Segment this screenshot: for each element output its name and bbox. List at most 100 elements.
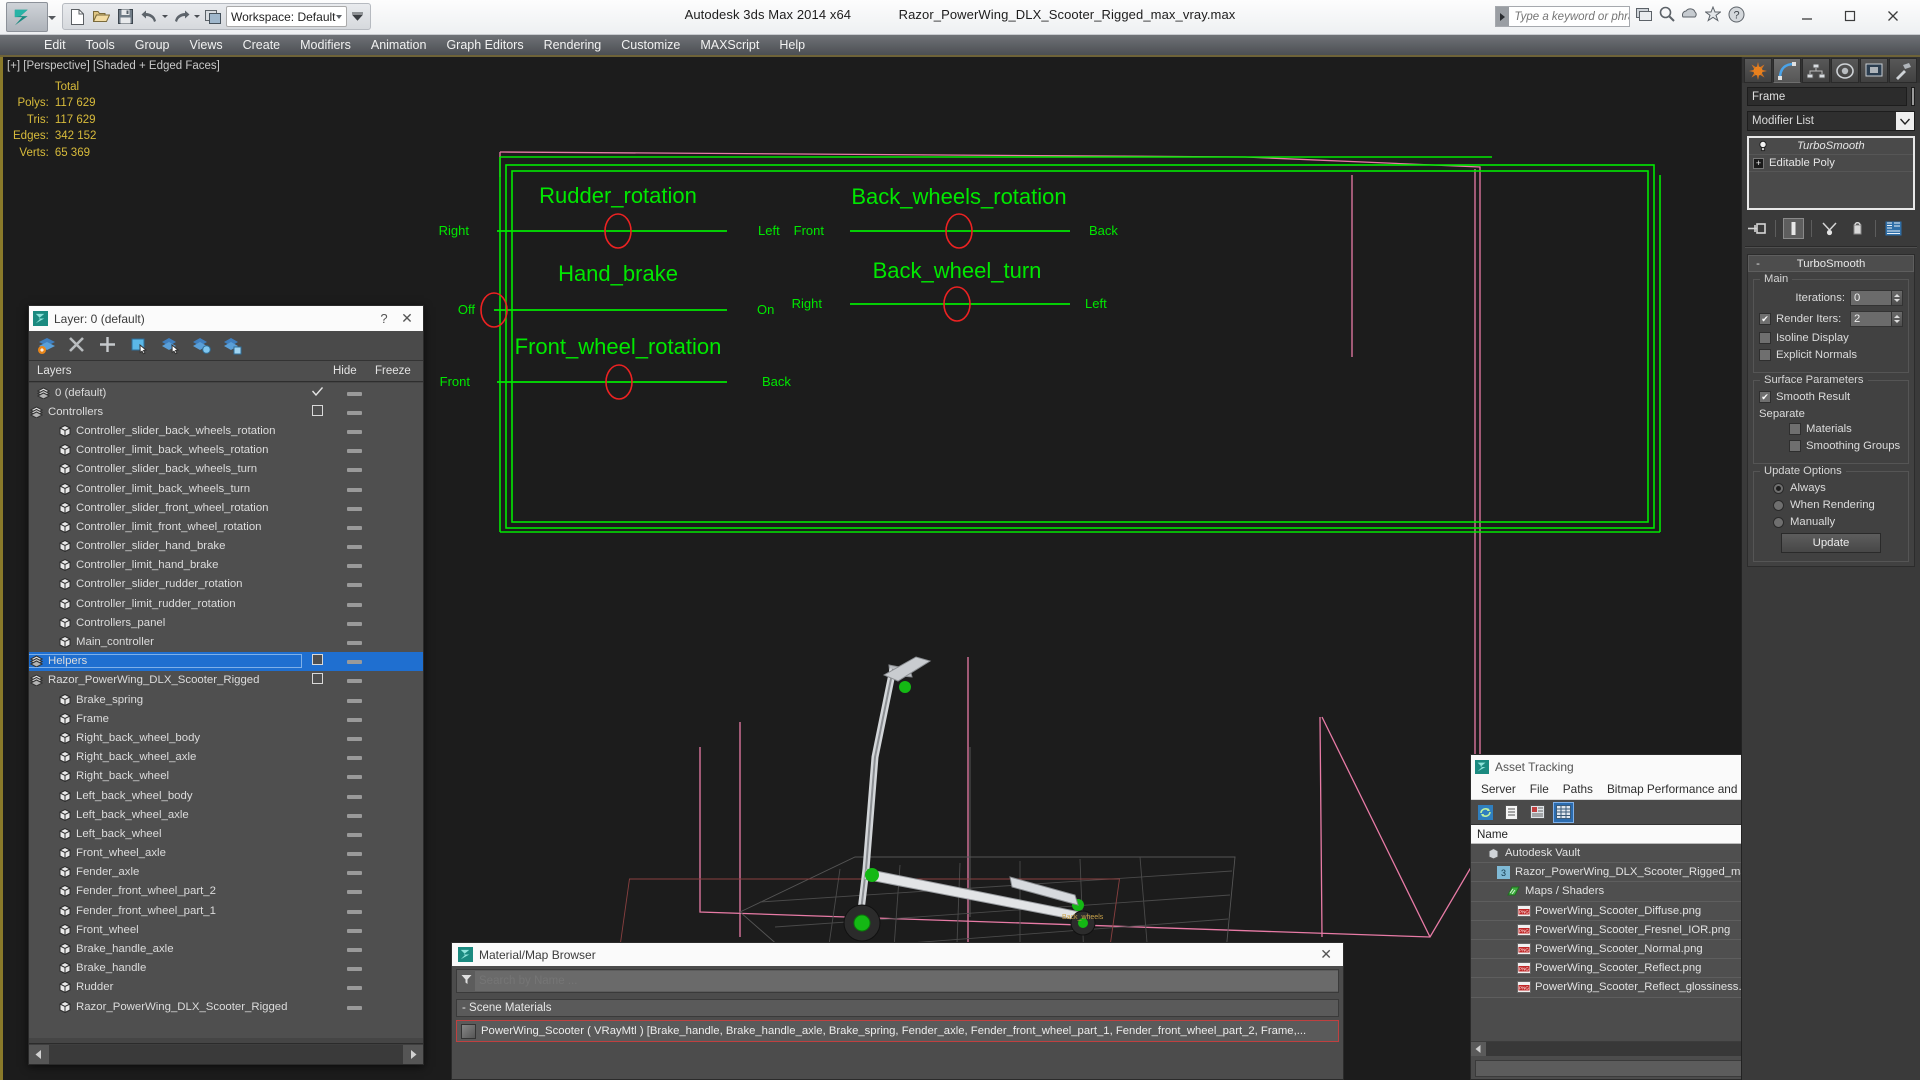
highlight-selected-objects-layers-icon[interactable] (192, 336, 211, 355)
window-close-button[interactable] (1872, 2, 1914, 30)
layer-row-name-cell[interactable]: 0 (default) (29, 387, 301, 399)
asset-menu-paths[interactable]: Paths (1556, 782, 1600, 796)
update-button[interactable]: Update (1781, 533, 1881, 553)
layer-hide-toggle[interactable] (333, 578, 375, 590)
layer-row[interactable]: Front_wheel_axle (29, 844, 423, 863)
menu-item-tools[interactable]: Tools (76, 35, 125, 55)
layer-row[interactable]: Controller_slider_back_wheels_rotation (29, 421, 423, 440)
show-end-result-icon[interactable] (1783, 217, 1804, 239)
layer-row[interactable]: Front_wheel (29, 920, 423, 939)
layer-row-name-cell[interactable]: Controller_slider_rudder_rotation (29, 578, 301, 590)
autodesk-360-icon[interactable] (1681, 6, 1699, 25)
controller-back_wheel_turn[interactable]: Back_wheel_turn Right Left (792, 258, 1107, 322)
layer-row-name-cell[interactable]: Fender_front_wheel_part_1 (29, 905, 301, 917)
layer-row-name-cell[interactable]: Main_controller (29, 636, 301, 648)
menu-item-maxscript[interactable]: MAXScript (690, 35, 769, 55)
layer-hide-toggle[interactable] (333, 713, 375, 725)
layer-row[interactable]: Left_back_wheel_body (29, 786, 423, 805)
layer-hide-toggle[interactable] (333, 962, 375, 974)
layer-row[interactable]: Right_back_wheel_axle (29, 748, 423, 767)
window-maximize-button[interactable] (1829, 2, 1871, 30)
update-radio-button[interactable] (1773, 516, 1784, 528)
asset-scroll-left-button[interactable] (1471, 1041, 1486, 1056)
isoline-display-row[interactable]: Isoline Display (1759, 332, 1903, 344)
layer-row-name-cell[interactable]: Controller_slider_back_wheels_rotation (29, 425, 301, 437)
menu-item-help[interactable]: Help (769, 35, 815, 55)
explicit-normals-checkbox[interactable] (1759, 349, 1771, 361)
layer-hide-toggle[interactable] (333, 636, 375, 648)
layer-row[interactable]: Controller_limit_rudder_rotation (29, 594, 423, 613)
layer-active-toggle[interactable] (301, 654, 333, 668)
layer-hide-toggle[interactable] (333, 406, 375, 418)
layer-hide-toggle[interactable] (333, 828, 375, 840)
layer-row-name-cell[interactable]: Left_back_wheel_axle (29, 809, 301, 821)
select-highlighted-objects-icon[interactable] (130, 336, 149, 355)
layer-list[interactable]: 0 (default) -Controllers Controller_slider… (29, 383, 423, 1038)
menu-item-graph-editors[interactable]: Graph Editors (436, 35, 533, 55)
material-browser-close-button[interactable]: ✕ (1315, 946, 1337, 963)
layer-row[interactable]: Controller_slider_rudder_rotation (29, 575, 423, 594)
layer-hide-toggle[interactable] (333, 540, 375, 552)
menu-item-group[interactable]: Group (125, 35, 180, 55)
modifier-list-dropdown[interactable]: Modifier List (1747, 111, 1915, 131)
menu-item-modifiers[interactable]: Modifiers (290, 35, 361, 55)
layer-hide-toggle[interactable] (333, 617, 375, 629)
update-option-row[interactable]: When Rendering (1759, 499, 1903, 511)
layer-hide-toggle[interactable] (333, 655, 375, 667)
search-submit-icon[interactable] (1496, 7, 1510, 26)
object-name-input[interactable] (1747, 87, 1907, 106)
layer-row-name-cell[interactable]: -Razor_PowerWing_DLX_Scooter_Rigged (29, 674, 301, 687)
layer-row[interactable]: Controller_slider_front_wheel_rotation (29, 498, 423, 517)
material-search-row[interactable] (456, 969, 1339, 993)
controller-hand_brake[interactable]: Hand_brake Off On (458, 261, 774, 328)
layer-row-name-cell[interactable]: Controller_limit_rudder_rotation (29, 598, 301, 610)
layer-row-name-cell[interactable]: Controller_slider_back_wheels_turn (29, 463, 301, 475)
layer-row[interactable]: -Razor_PowerWing_DLX_Scooter_Rigged (29, 671, 423, 690)
command-panel[interactable]: Modifier List TurboSmooth+Editable Poly … (1741, 57, 1920, 1080)
layer-row[interactable]: -Controllers (29, 402, 423, 421)
layer-row-name-cell[interactable]: Right_back_wheel_body (29, 732, 301, 744)
menu-item-views[interactable]: Views (179, 35, 232, 55)
layer-hide-toggle[interactable] (333, 444, 375, 456)
layer-row[interactable]: Controller_limit_hand_brake (29, 556, 423, 575)
menu-item-create[interactable]: Create (233, 35, 291, 55)
tab-modify[interactable] (1773, 58, 1801, 83)
layer-row[interactable]: Left_back_wheel (29, 824, 423, 843)
layer-row-name-cell[interactable]: Controller_limit_front_wheel_rotation (29, 521, 301, 533)
search-input[interactable] (1509, 10, 1629, 23)
explicit-normals-row[interactable]: Explicit Normals (1759, 349, 1903, 361)
layer-hide-toggle[interactable] (333, 924, 375, 936)
layer-row[interactable]: Fender_front_wheel_part_2 (29, 882, 423, 901)
layer-row-name-cell[interactable]: Left_back_wheel (29, 828, 301, 840)
layer-row-name-cell[interactable]: Controller_limit_back_wheels_turn (29, 483, 301, 495)
layer-row-name-cell[interactable]: Rudder (29, 981, 301, 993)
smoothing-groups-checkbox[interactable] (1789, 440, 1801, 452)
list-view-icon[interactable] (1502, 803, 1521, 822)
update-radio-button[interactable] (1773, 482, 1784, 494)
layer-hide-toggle[interactable] (333, 483, 375, 495)
favorites-star-icon[interactable] (1703, 5, 1723, 25)
layer-hide-toggle[interactable] (333, 809, 375, 821)
layer-row-name-cell[interactable]: Controller_slider_front_wheel_rotation (29, 502, 301, 514)
communication-center-icon[interactable] (1636, 6, 1653, 25)
configure-modifier-sets-icon[interactable] (1883, 218, 1904, 239)
layer-active-toggle[interactable] (301, 386, 333, 399)
layer-row-name-cell[interactable]: Right_back_wheel_axle (29, 751, 301, 763)
layer-hide-toggle[interactable] (333, 521, 375, 533)
menu-item-edit[interactable]: Edit (34, 35, 76, 55)
layer-row-name-cell[interactable]: Controller_slider_hand_brake (29, 540, 301, 552)
tab-motion[interactable] (1831, 58, 1859, 83)
column-freeze[interactable]: Freeze (375, 365, 423, 377)
layer-row[interactable]: Brake_handle (29, 959, 423, 978)
iterations-spinner-arrows[interactable] (1892, 290, 1903, 306)
menu-item-rendering[interactable]: Rendering (534, 35, 612, 55)
lightbulb-icon[interactable] (1757, 140, 1769, 152)
layer-hide-toggle[interactable] (333, 847, 375, 859)
pin-stack-icon[interactable] (1747, 218, 1768, 239)
scroll-right-button[interactable] (403, 1044, 423, 1064)
search-icon[interactable] (1659, 6, 1676, 25)
layer-hide-toggle[interactable] (333, 463, 375, 475)
layer-hide-toggle[interactable] (333, 981, 375, 993)
isoline-display-checkbox[interactable] (1759, 332, 1771, 344)
smoothing-groups-row[interactable]: Smoothing Groups (1759, 440, 1903, 452)
